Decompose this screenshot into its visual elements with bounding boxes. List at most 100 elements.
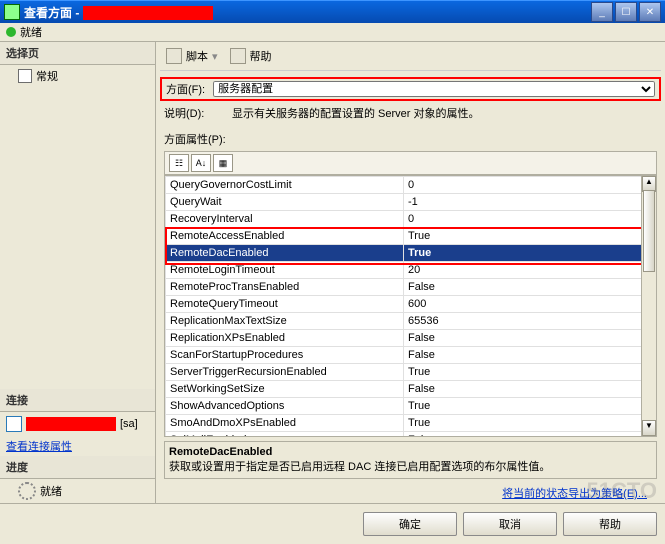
progress-spinner-icon <box>18 482 36 500</box>
close-button[interactable]: ✕ <box>639 2 661 22</box>
property-row[interactable]: RemoteQueryTimeout600 <box>166 296 642 313</box>
property-grid-toolbar: ☷ A↓ ▦ <box>164 151 657 175</box>
progress-header: 进度 <box>0 456 155 479</box>
server-icon <box>6 416 22 432</box>
facet-select[interactable]: 服务器配置 <box>213 81 655 97</box>
property-row[interactable]: ServerTriggerRecursionEnabledTrue <box>166 364 642 381</box>
help-dialog-button[interactable]: 帮助 <box>563 512 657 536</box>
property-value[interactable]: False <box>404 330 642 347</box>
property-name: RemoteDacEnabled <box>166 245 404 262</box>
property-name: SetWorkingSetSize <box>166 381 404 398</box>
progress-ready-label: 就绪 <box>40 483 62 499</box>
property-name: RecoveryInterval <box>166 211 404 228</box>
ok-button[interactable]: 确定 <box>363 512 457 536</box>
nav-general[interactable]: 常规 <box>0 65 155 87</box>
property-name: QueryGovernorCostLimit <box>166 177 404 194</box>
property-help-box: RemoteDacEnabled 获取或设置用于指定是否已启用远程 DAC 连接… <box>164 441 657 479</box>
scroll-thumb[interactable] <box>643 190 655 272</box>
property-name: ReplicationXPsEnabled <box>166 330 404 347</box>
property-value[interactable]: False <box>404 432 642 437</box>
right-panel: 脚本 ▾ 帮助 方面(F): 服务器配置 说明(D): 显示有关服务器的配置设置… <box>156 42 665 503</box>
title-prefix: 查看方面 - <box>24 6 83 20</box>
title-redacted <box>83 6 213 20</box>
property-row[interactable]: ReplicationXPsEnabledFalse <box>166 330 642 347</box>
property-help-body: 获取或设置用于指定是否已启用远程 DAC 连接已启用配置选项的布尔属性值。 <box>169 458 652 474</box>
property-value[interactable]: 0 <box>404 211 642 228</box>
property-row[interactable]: RecoveryInterval0 <box>166 211 642 228</box>
property-row[interactable]: RemoteProcTransEnabledFalse <box>166 279 642 296</box>
script-button[interactable]: 脚本 <box>186 48 208 64</box>
nav-general-label: 常规 <box>36 68 58 84</box>
property-row[interactable]: RemoteLoginTimeout20 <box>166 262 642 279</box>
help-icon <box>230 48 246 64</box>
export-policy-link[interactable]: 将当前的状态导出为策略(E)... <box>496 486 653 502</box>
property-name: RemoteQueryTimeout <box>166 296 404 313</box>
cancel-button[interactable]: 取消 <box>463 512 557 536</box>
ready-icon <box>6 27 16 37</box>
title-bar: 查看方面 - _ ☐ ✕ <box>0 0 665 23</box>
facet-props-label: 方面属性(P): <box>160 129 661 151</box>
server-name-redacted <box>26 417 116 431</box>
property-row[interactable]: RemoteDacEnabledTrue <box>166 245 642 262</box>
property-value[interactable]: False <box>404 279 642 296</box>
property-row[interactable]: SetWorkingSetSizeFalse <box>166 381 642 398</box>
property-row[interactable]: ScanForStartupProceduresFalse <box>166 347 642 364</box>
property-value[interactable]: True <box>404 364 642 381</box>
app-icon <box>4 4 20 20</box>
toolbar: 脚本 ▾ 帮助 <box>160 46 661 71</box>
property-name: SmoAndDmoXPsEnabled <box>166 415 404 432</box>
property-value[interactable]: True <box>404 398 642 415</box>
progress-ready: 就绪 <box>0 479 155 503</box>
property-value[interactable]: True <box>404 228 642 245</box>
property-name: QueryWait <box>166 194 404 211</box>
property-value[interactable]: 0 <box>404 177 642 194</box>
categorized-button[interactable]: ☷ <box>169 154 189 172</box>
property-row[interactable]: ShowAdvancedOptionsTrue <box>166 398 642 415</box>
script-icon <box>166 48 182 64</box>
connection-header: 连接 <box>0 389 155 412</box>
alphabetical-button[interactable]: A↓ <box>191 154 211 172</box>
description-text: 显示有关服务器的配置设置的 Server 对象的属性。 <box>232 105 480 121</box>
property-row[interactable]: SmoAndDmoXPsEnabledTrue <box>166 415 642 432</box>
property-row[interactable]: ReplicationMaxTextSize65536 <box>166 313 642 330</box>
window-title: 查看方面 - <box>24 4 591 21</box>
property-value[interactable]: -1 <box>404 194 642 211</box>
maximize-button[interactable]: ☐ <box>615 2 637 22</box>
sa-label: [sa] <box>120 418 138 430</box>
property-name: ScanForStartupProcedures <box>166 347 404 364</box>
minimize-button[interactable]: _ <box>591 2 613 22</box>
property-name: RemoteAccessEnabled <box>166 228 404 245</box>
property-pages-button[interactable]: ▦ <box>213 154 233 172</box>
property-value[interactable]: 65536 <box>404 313 642 330</box>
select-page-header: 选择页 <box>0 42 155 65</box>
facet-label: 方面(F): <box>166 81 205 97</box>
property-grid[interactable]: QueryGovernorCostLimit0QueryWait-1Recove… <box>164 175 657 437</box>
facet-row: 方面(F): 服务器配置 <box>160 77 661 101</box>
view-connection-properties-link[interactable]: 查看连接属性 <box>0 436 155 456</box>
property-value[interactable]: True <box>404 415 642 432</box>
vertical-scrollbar[interactable]: ▲ ▼ <box>641 176 656 436</box>
property-value[interactable]: 600 <box>404 296 642 313</box>
property-name: RemoteLoginTimeout <box>166 262 404 279</box>
description-label: 说明(D): <box>164 105 224 121</box>
property-name: SqlMailEnabled <box>166 432 404 437</box>
property-row[interactable]: RemoteAccessEnabledTrue <box>166 228 642 245</box>
property-value[interactable]: False <box>404 347 642 364</box>
property-row[interactable]: QueryWait-1 <box>166 194 642 211</box>
property-value[interactable]: 20 <box>404 262 642 279</box>
dialog-buttons: 确定 取消 帮助 <box>0 503 665 544</box>
property-value[interactable]: False <box>404 381 642 398</box>
description-row: 说明(D): 显示有关服务器的配置设置的 Server 对象的属性。 <box>160 103 661 129</box>
ready-label: 就绪 <box>20 24 42 40</box>
left-panel: 选择页 常规 连接 [sa] 查看连接属性 进度 就绪 <box>0 42 156 503</box>
page-icon <box>18 69 32 83</box>
help-button[interactable]: 帮助 <box>250 48 272 64</box>
property-name: RemoteProcTransEnabled <box>166 279 404 296</box>
property-name: ShowAdvancedOptions <box>166 398 404 415</box>
scroll-down-button[interactable]: ▼ <box>642 420 656 436</box>
property-help-title: RemoteDacEnabled <box>169 446 652 458</box>
status-strip: 就绪 <box>0 23 665 42</box>
property-row[interactable]: QueryGovernorCostLimit0 <box>166 177 642 194</box>
property-value[interactable]: True <box>404 245 642 262</box>
property-row[interactable]: SqlMailEnabledFalse <box>166 432 642 437</box>
